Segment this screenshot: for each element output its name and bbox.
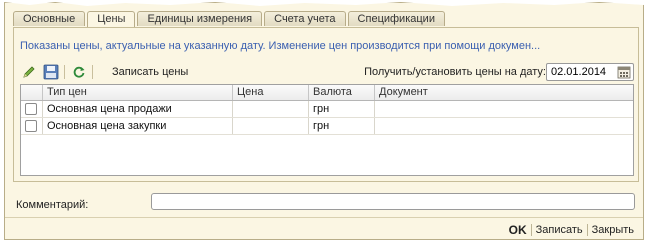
price-cell[interactable] <box>233 101 309 117</box>
calendar-icon[interactable] <box>617 65 631 79</box>
write-prices-button[interactable]: Записать цены <box>112 66 188 78</box>
pencil-icon[interactable] <box>20 63 38 81</box>
price-type-cell[interactable]: Основная цена продажи <box>43 101 233 117</box>
tab-bar: Основные Цены Единицы измерения Счета уч… <box>13 11 447 28</box>
column-header-price[interactable]: Цена <box>233 85 309 100</box>
form-window: Основные Цены Единицы измерения Счета уч… <box>4 2 644 240</box>
document-cell[interactable] <box>375 118 633 134</box>
tab-accounts[interactable]: Счета учета <box>264 11 346 26</box>
info-text: Показаны цены, актуальные на указанную д… <box>20 40 541 52</box>
comment-label: Комментарий: <box>16 199 89 211</box>
row-checkbox[interactable] <box>25 103 37 115</box>
prices-toolbar: Записать цены Получить/установить цены н… <box>20 63 636 83</box>
form-footer: OK Записать Закрыть <box>5 217 643 239</box>
date-label: Получить/установить цены на дату: <box>364 66 546 78</box>
table-header: Тип цен Цена Валюта Документ <box>21 85 633 101</box>
toolbar-separator <box>92 65 93 79</box>
tab-units[interactable]: Единицы измерения <box>137 11 263 26</box>
prices-panel: Показаны цены, актуальные на указанную д… <box>13 27 639 182</box>
prices-table: Тип цен Цена Валюта Документ Основная це… <box>20 84 634 176</box>
tab-main[interactable]: Основные <box>13 11 86 26</box>
column-header-document[interactable]: Документ <box>375 85 633 100</box>
comment-input[interactable] <box>151 193 635 210</box>
tab-prices[interactable]: Цены <box>87 11 136 28</box>
date-field[interactable] <box>546 63 634 81</box>
save-disk-icon[interactable] <box>42 63 60 81</box>
ok-button[interactable]: OK <box>505 223 531 237</box>
column-header-currency[interactable]: Валюта <box>309 85 375 100</box>
header-checkbox-column <box>21 85 43 100</box>
save-button[interactable]: Записать <box>532 224 587 236</box>
currency-cell[interactable]: грн <box>309 101 375 117</box>
refresh-icon[interactable] <box>70 63 88 81</box>
date-input[interactable] <box>547 64 615 80</box>
close-button[interactable]: Закрыть <box>588 224 638 236</box>
toolbar-separator <box>64 65 65 79</box>
price-cell[interactable] <box>233 118 309 134</box>
document-cell[interactable] <box>375 101 633 117</box>
currency-cell[interactable]: грн <box>309 118 375 134</box>
tab-specifications[interactable]: Спецификации <box>347 11 445 26</box>
row-checkbox[interactable] <box>25 120 37 132</box>
column-header-price-type[interactable]: Тип цен <box>43 85 233 100</box>
price-type-cell[interactable]: Основная цена закупки <box>43 118 233 134</box>
table-row[interactable]: Основная цена закупки грн <box>21 118 633 135</box>
table-row[interactable]: Основная цена продажи грн <box>21 101 633 118</box>
